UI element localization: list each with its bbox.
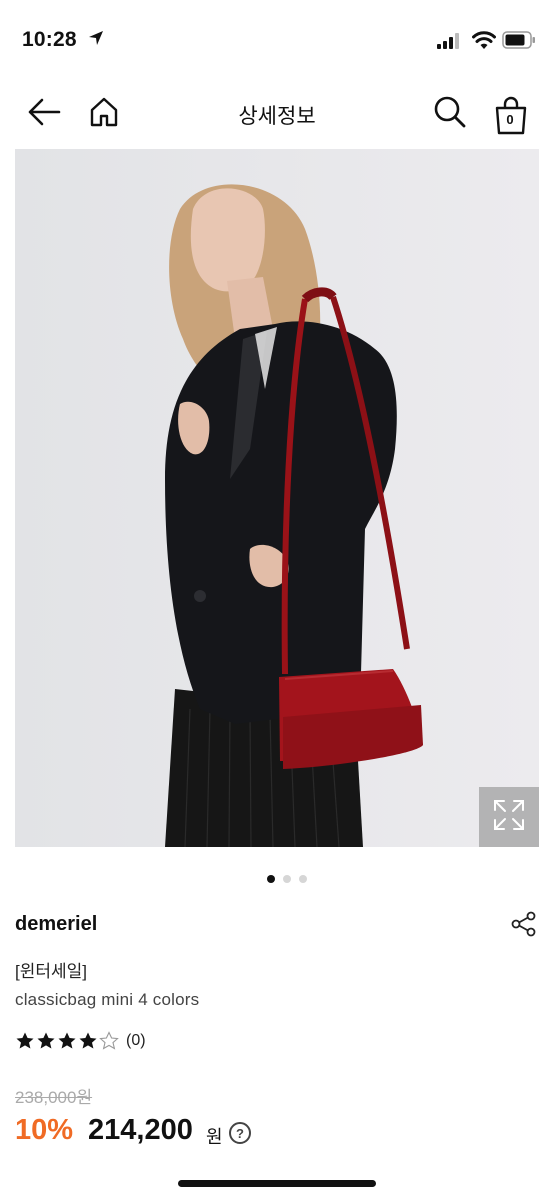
signal-icon bbox=[437, 33, 463, 54]
help-icon[interactable]: ? bbox=[229, 1122, 251, 1144]
product-photo bbox=[15, 149, 539, 847]
discount-rate: 10% bbox=[15, 1114, 74, 1146]
review-count: (0) bbox=[126, 1032, 146, 1049]
product-name: classicbag mini 4 colors bbox=[15, 990, 200, 1009]
star-icon bbox=[36, 1031, 56, 1051]
home-indicator bbox=[178, 1180, 376, 1187]
pager-dot[interactable] bbox=[267, 875, 275, 883]
status-time: 10:28 bbox=[22, 28, 77, 51]
expand-image-button[interactable] bbox=[479, 787, 539, 847]
image-pager bbox=[0, 875, 554, 883]
expand-icon bbox=[492, 798, 526, 837]
pager-dot[interactable] bbox=[299, 875, 307, 883]
battery-icon bbox=[502, 31, 536, 54]
original-price: 238,000원 bbox=[15, 1088, 93, 1107]
search-button[interactable] bbox=[428, 92, 472, 136]
sale-price: 214,200 bbox=[88, 1114, 193, 1146]
sale-tag: [윈터세일] bbox=[15, 962, 88, 981]
cart-count-badge: 0 bbox=[506, 112, 514, 127]
star-icon bbox=[78, 1031, 98, 1051]
star-icon bbox=[57, 1031, 77, 1051]
wifi-icon bbox=[472, 30, 496, 55]
share-icon bbox=[510, 910, 538, 943]
star-icon bbox=[15, 1031, 35, 1051]
location-arrow-icon bbox=[88, 30, 104, 51]
status-bar: 10:28 bbox=[0, 0, 554, 80]
share-button[interactable] bbox=[508, 910, 540, 942]
nav-bar: 상세정보 0 bbox=[0, 80, 554, 148]
star-icon bbox=[99, 1031, 119, 1051]
pager-dot[interactable] bbox=[283, 875, 291, 883]
currency-label: 원 bbox=[206, 1127, 223, 1147]
rating[interactable]: (0) bbox=[15, 1031, 146, 1051]
product-image[interactable] bbox=[15, 149, 539, 847]
cart-button[interactable]: 0 bbox=[486, 92, 534, 140]
search-icon bbox=[433, 95, 467, 134]
brand-name[interactable]: demeriel bbox=[15, 913, 97, 936]
rating-stars bbox=[15, 1031, 120, 1051]
